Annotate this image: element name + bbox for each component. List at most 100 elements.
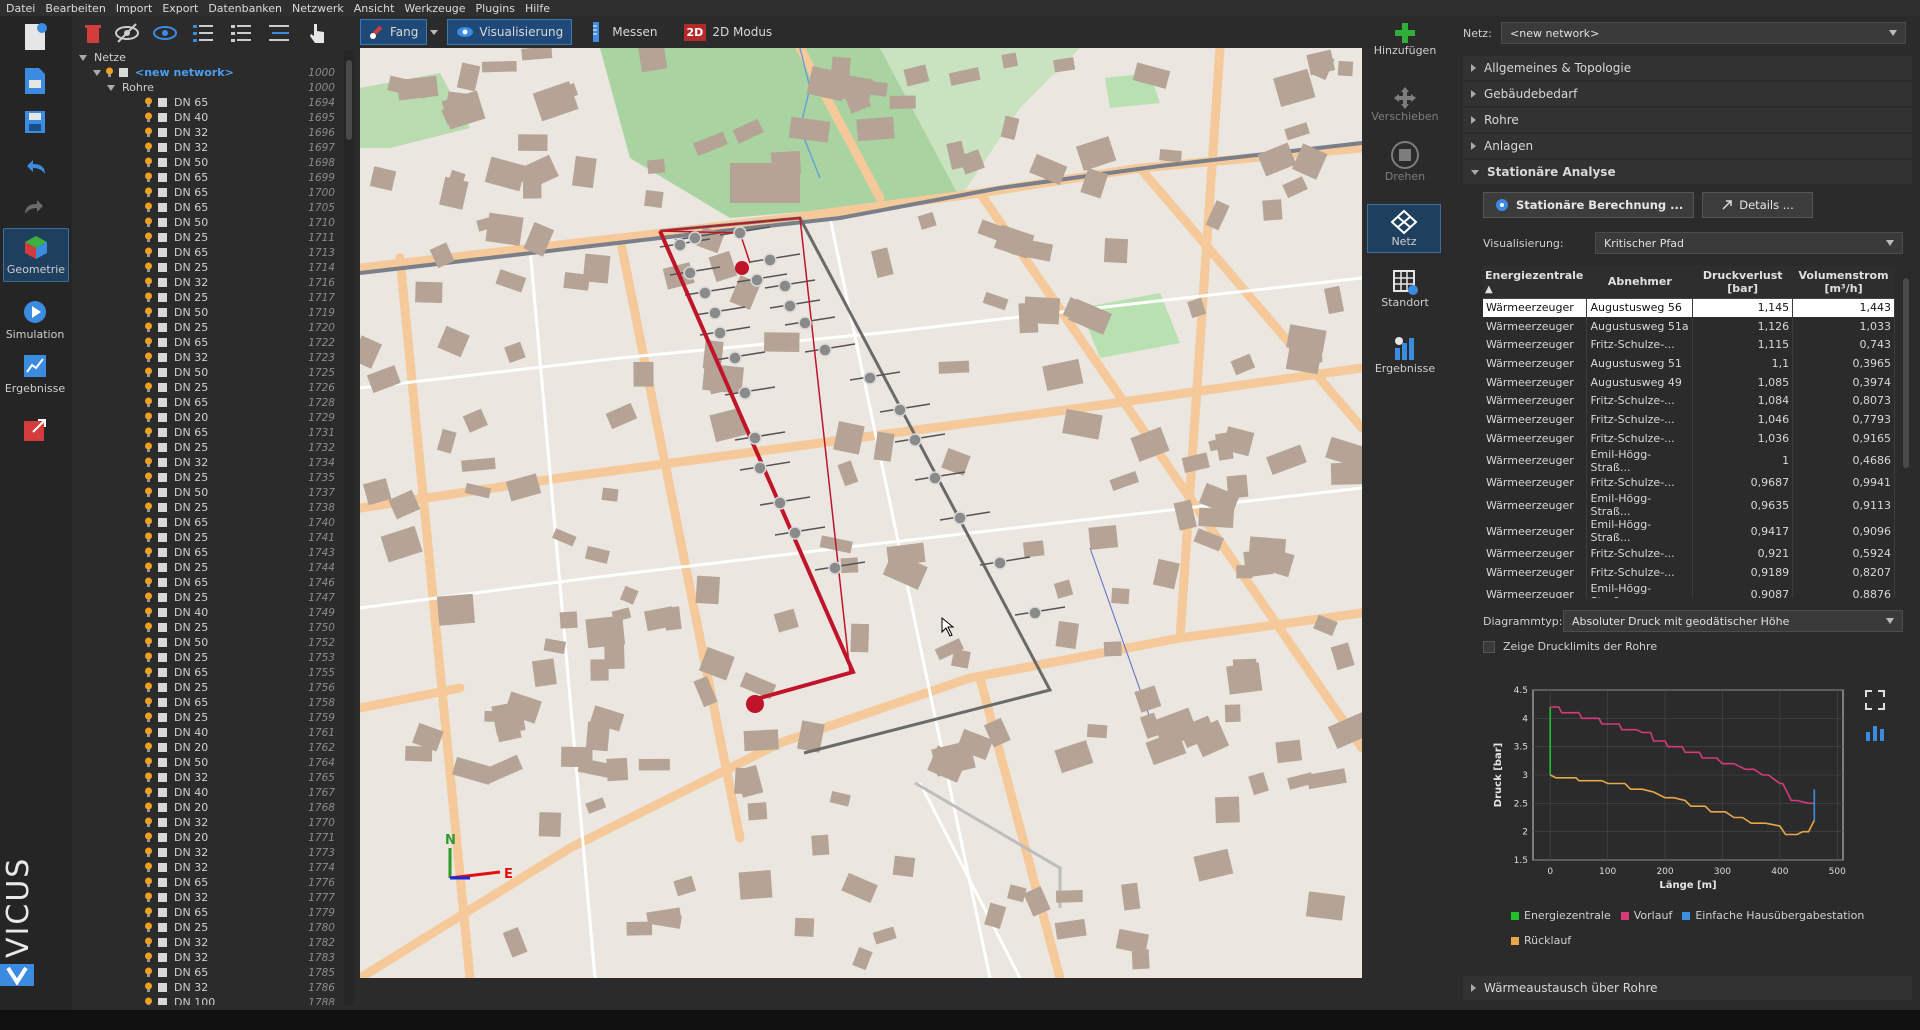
visibility-bulb-icon[interactable] (144, 202, 153, 213)
consumer-node[interactable] (713, 326, 727, 340)
tree-checkbox[interactable] (158, 773, 167, 782)
pointer-hand-icon[interactable] (304, 20, 330, 46)
consumer-node[interactable] (698, 286, 712, 300)
tree-pipe-item[interactable]: DN 32 1786 (72, 980, 347, 995)
table-row[interactable]: WärmeerzeugerEmil-Högg-Straß...0,90870,8… (1483, 581, 1895, 598)
tree-pipe-item[interactable]: DN 25 1726 (72, 380, 347, 395)
tree-checkbox[interactable] (158, 743, 167, 752)
tree-pipe-item[interactable]: DN 32 1783 (72, 950, 347, 965)
tree-checkbox[interactable] (158, 608, 167, 617)
visibility-bulb-icon[interactable] (144, 862, 153, 873)
tree-pipe-item[interactable]: DN 65 1776 (72, 875, 347, 890)
tree-checkbox[interactable] (158, 98, 167, 107)
visibility-bulb-icon[interactable] (144, 172, 153, 183)
3d-viewport[interactable]: N E (360, 48, 1362, 978)
tree-pipe-item[interactable]: DN 32 1773 (72, 845, 347, 860)
visibility-bulb-icon[interactable] (144, 757, 153, 768)
tree-pipe-item[interactable]: DN 65 1700 (72, 185, 347, 200)
visibility-bulb-icon[interactable] (144, 292, 153, 303)
tree-pipe-item[interactable]: DN 20 1771 (72, 830, 347, 845)
tree-pipe-item[interactable]: DN 32 1734 (72, 455, 347, 470)
section-steady-analysis[interactable]: Stationäre Analyse (1463, 160, 1912, 184)
mode-simulation-button[interactable]: Simulation (6, 298, 64, 341)
tree-checkbox[interactable] (158, 983, 167, 992)
tree-checkbox[interactable] (158, 518, 167, 527)
tree-checkbox[interactable] (158, 233, 167, 242)
tree-pipe-item[interactable]: DN 32 1723 (72, 350, 347, 365)
visibility-bulb-icon[interactable] (144, 337, 153, 348)
visibility-bulb-icon[interactable] (144, 217, 153, 228)
visibility-bulb-icon[interactable] (144, 517, 153, 528)
section-plants[interactable]: Anlagen (1463, 134, 1912, 158)
undo-button[interactable] (10, 156, 60, 182)
menu-item[interactable]: Datei (6, 2, 35, 15)
tree-checkbox[interactable] (158, 998, 167, 1005)
consumer-node[interactable] (798, 316, 812, 330)
select-all-icon[interactable] (190, 20, 216, 46)
tree-checkbox[interactable] (158, 263, 167, 272)
mode-results-button[interactable]: Ergebnisse (5, 352, 65, 395)
tree-checkbox[interactable] (158, 278, 167, 287)
tree-checkbox[interactable] (158, 833, 167, 842)
table-row[interactable]: Wärmeerzeuger Emil-Högg-Straß... 0,9635 0,9… (1483, 492, 1895, 519)
tree-pipe-item[interactable]: DN 65 1705 (72, 200, 347, 215)
col-header-flow-rate[interactable]: Volumenstrom [m³/h] (1792, 266, 1895, 299)
table-row[interactable]: Wärmeerzeuger Augustusweg 49 1,085 0,3974 (1483, 372, 1895, 392)
visibility-bulb-icon[interactable] (144, 397, 153, 408)
show-eye-icon[interactable] (152, 20, 178, 46)
visibility-bulb-icon[interactable] (144, 802, 153, 813)
tree-pipe-item[interactable]: DN 65 1743 (72, 545, 347, 560)
rotate-tool-button[interactable]: Drehen (1367, 140, 1443, 183)
visibility-bulb-icon[interactable] (144, 907, 153, 918)
tree-checkbox[interactable] (158, 728, 167, 737)
section-pipes[interactable]: Rohre (1463, 108, 1912, 132)
visibility-bulb-icon[interactable] (144, 367, 153, 378)
tree-pipe-item[interactable]: DN 50 1698 (72, 155, 347, 170)
tree-checkbox[interactable] (158, 173, 167, 182)
tree-pipe-item[interactable]: DN 25 1747 (72, 590, 347, 605)
visibility-bulb-icon[interactable] (144, 787, 153, 798)
tree-checkbox[interactable] (158, 113, 167, 122)
map-scene[interactable]: N E (360, 48, 1362, 978)
critical-consumer-node[interactable] (735, 261, 749, 275)
tree-checkbox[interactable] (158, 413, 167, 422)
tree-pipe-item[interactable]: DN 65 1779 (72, 905, 347, 920)
consumer-node[interactable] (993, 556, 1007, 570)
visibility-bulb-icon[interactable] (144, 157, 153, 168)
visibility-bulb-icon[interactable] (144, 997, 153, 1005)
collapse-arrow-icon[interactable] (92, 68, 102, 78)
tree-checkbox[interactable] (158, 953, 167, 962)
table-row[interactable]: Wärmeerzeuger Fritz-Schulze-... 1,036 0,916… (1483, 428, 1895, 448)
tree-checkbox[interactable] (158, 908, 167, 917)
visibility-bulb-icon[interactable] (144, 247, 153, 258)
snap-dropdown-icon[interactable] (429, 27, 439, 37)
tree-checkbox[interactable] (158, 938, 167, 947)
consumer-node[interactable] (673, 238, 687, 252)
table-row[interactable]: Wärmeerzeuger Fritz-Schulze-... 0,9189 0,82… (1483, 562, 1895, 582)
tree-pipe-item[interactable]: DN 25 1732 (72, 440, 347, 455)
pressure-limits-checkbox[interactable] (1483, 640, 1495, 653)
tree-pipe-item[interactable]: DN 32 1696 (72, 125, 347, 140)
tree-pipe-item[interactable]: DN 25 1744 (72, 560, 347, 575)
tree-pipe-item[interactable]: DN 25 1750 (72, 620, 347, 635)
tree-pipe-item[interactable]: DN 40 1695 (72, 110, 347, 125)
fullscreen-icon[interactable] (1863, 688, 1887, 712)
tree-pipe-item[interactable]: DN 25 1738 (72, 500, 347, 515)
tree-pipe-item[interactable]: DN 32 1716 (72, 275, 347, 290)
open-project-button[interactable] (10, 66, 60, 96)
tree-checkbox[interactable] (119, 68, 128, 77)
table-scrollbar[interactable] (1901, 266, 1911, 596)
visibility-bulb-icon[interactable] (144, 547, 153, 558)
tree-pipe-item[interactable]: DN 65 1699 (72, 170, 347, 185)
visibility-bulb-icon[interactable] (144, 937, 153, 948)
visibility-bulb-icon[interactable] (144, 637, 153, 648)
tree-checkbox[interactable] (158, 893, 167, 902)
visibility-bulb-icon[interactable] (144, 442, 153, 453)
export-button[interactable] (10, 416, 60, 444)
tree-checkbox[interactable] (158, 158, 167, 167)
menu-item[interactable]: Import (116, 2, 153, 15)
tree-checkbox[interactable] (158, 398, 167, 407)
diagram-type-select[interactable]: Absoluter Druck mit geodätischer Höhe (1563, 610, 1903, 632)
tree-checkbox[interactable] (158, 443, 167, 452)
consumer-node[interactable] (748, 431, 762, 445)
